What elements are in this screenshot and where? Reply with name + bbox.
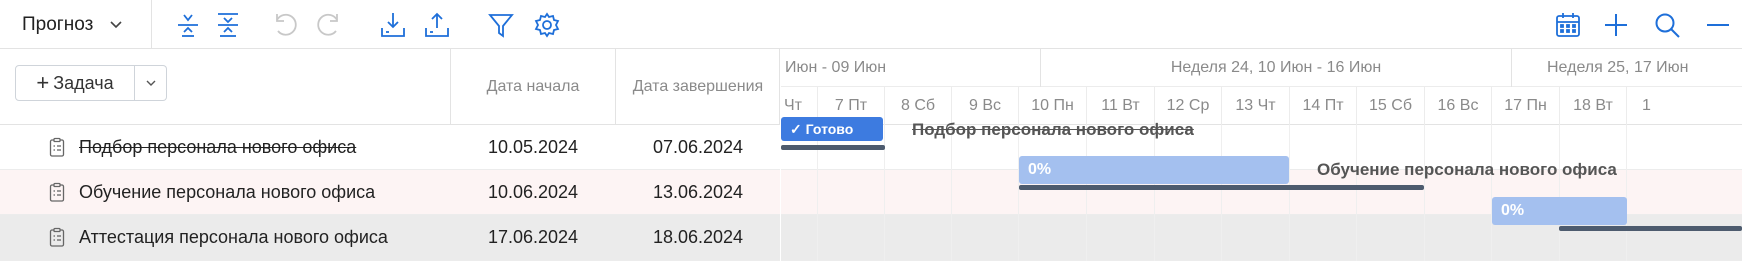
table-row[interactable]: Обучение персонала нового офиса 10.06.20… <box>0 170 780 215</box>
plus-icon: + <box>36 70 50 95</box>
search-icon[interactable] <box>1652 10 1682 40</box>
import-icon[interactable] <box>378 10 408 40</box>
day-label: 13 Чт <box>1221 87 1289 125</box>
add-task-label: Задача <box>53 72 114 93</box>
task-bar-label: Обучение персонала нового офиса <box>1317 160 1617 179</box>
checkmark-icon: ✓ <box>790 121 802 137</box>
clipboard-icon <box>49 137 65 157</box>
zoom-out-icon[interactable] <box>1703 10 1733 40</box>
task-bar[interactable]: 0% <box>1492 197 1627 225</box>
task-start-date[interactable]: 17.06.2024 <box>451 227 615 248</box>
calendar-icon[interactable] <box>1553 10 1583 40</box>
task-bar[interactable]: 0% <box>1019 156 1289 184</box>
week-label: Неделя 24, 10 Июн - 16 Июн <box>1170 59 1382 76</box>
task-end-date[interactable]: 18.06.2024 <box>616 227 780 248</box>
grid-header: + Задача Дата начала Дата завершения <box>0 49 780 125</box>
week-divider <box>1511 49 1512 87</box>
clipboard-icon <box>49 227 65 247</box>
grid-line <box>1356 125 1357 261</box>
add-task-button[interactable]: + Задача <box>15 65 135 101</box>
grid-line <box>1086 125 1087 261</box>
clipboard-icon <box>49 182 65 202</box>
view-select-dropdown[interactable]: Прогноз <box>0 0 152 49</box>
task-name[interactable]: Подбор персонала нового офиса <box>79 137 356 158</box>
day-label: 16 Вс <box>1424 87 1491 125</box>
chevron-down-icon <box>146 80 155 86</box>
task-grid: Подбор персонала нового офиса 10.05.2024… <box>0 125 780 261</box>
collapse-all-icon[interactable] <box>173 10 203 40</box>
task-bar-label: Подбор персонала нового офиса <box>912 120 1194 139</box>
grid-line <box>1424 125 1425 261</box>
day-label: 15 Сб <box>1356 87 1424 125</box>
baseline-bar <box>781 145 885 150</box>
grid-line <box>951 125 952 261</box>
add-icon[interactable] <box>1601 10 1631 40</box>
chevron-down-icon <box>110 20 122 28</box>
grid-line <box>1018 125 1019 261</box>
baseline-bar <box>1559 226 1742 231</box>
day-label: 18 Вт <box>1559 87 1626 125</box>
export-icon[interactable] <box>422 10 452 40</box>
task-bar-progress: 0% <box>1501 202 1525 219</box>
redo-icon[interactable] <box>314 10 344 40</box>
task-name[interactable]: Аттестация персонала нового офиса <box>79 227 388 248</box>
task-bar[interactable]: ✓ Готово <box>781 117 883 141</box>
table-row[interactable]: Подбор персонала нового офиса 10.05.2024… <box>0 125 780 170</box>
task-start-date[interactable]: 10.06.2024 <box>451 182 615 203</box>
grid-line <box>1289 125 1290 261</box>
gantt-week-header: Июн - 09 Июн Неделя 24, 10 Июн - 16 Июн … <box>781 49 1742 87</box>
grid-line <box>1491 125 1492 261</box>
table-row[interactable]: Аттестация персонала нового офиса 17.06.… <box>0 215 780 261</box>
task-bar-status: Готово <box>805 121 854 137</box>
grid-line <box>1154 125 1155 261</box>
task-bar-progress: 0% <box>1028 161 1052 178</box>
settings-icon[interactable] <box>532 10 562 40</box>
gantt-chart: Июн - 09 Июн Неделя 24, 10 Июн - 16 Июн … <box>781 49 1742 261</box>
week-label: Июн - 09 Июн <box>785 59 887 76</box>
view-select-label: Прогноз <box>22 13 94 35</box>
day-label: 1 <box>1626 87 1666 125</box>
week-label: Неделя 25, 17 Июн <box>1547 59 1689 76</box>
column-header-end-date[interactable]: Дата завершения <box>616 78 780 96</box>
baseline-bar <box>1019 185 1424 190</box>
grid-line <box>1559 125 1560 261</box>
add-task-dropdown-button[interactable] <box>135 65 167 101</box>
task-start-date[interactable]: 10.05.2024 <box>451 137 615 158</box>
toolbar: Прогноз <box>0 0 1742 49</box>
column-header-start-date[interactable]: Дата начала <box>451 78 615 96</box>
grid-line <box>1221 125 1222 261</box>
expand-all-icon[interactable] <box>213 10 243 40</box>
filter-icon[interactable] <box>486 10 516 40</box>
grid-line <box>1626 125 1627 261</box>
task-end-date[interactable]: 13.06.2024 <box>616 182 780 203</box>
undo-icon[interactable] <box>270 10 300 40</box>
task-end-date[interactable]: 07.06.2024 <box>616 137 780 158</box>
task-name[interactable]: Обучение персонала нового офиса <box>79 182 375 203</box>
day-label: 14 Пт <box>1289 87 1356 125</box>
day-label: 17 Пн <box>1491 87 1559 125</box>
